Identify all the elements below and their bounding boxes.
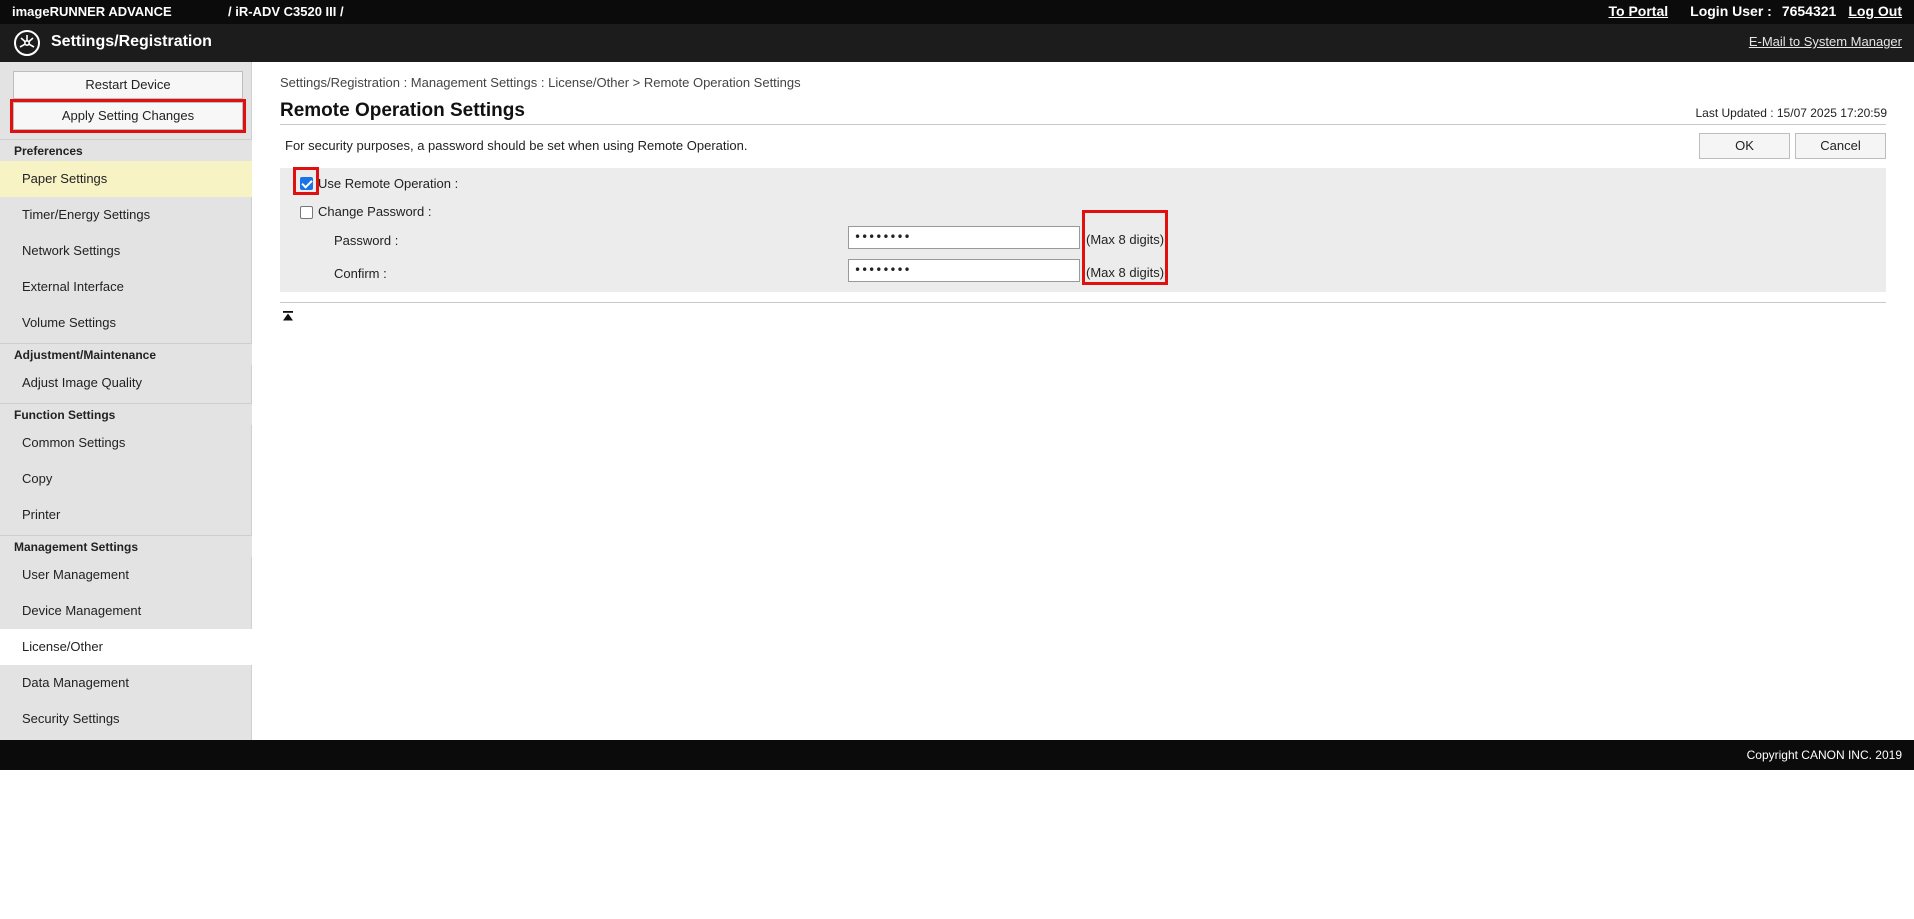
section-function-settings: Function Settings	[0, 403, 252, 425]
confirm-label: Confirm :	[334, 266, 387, 281]
top-bar: imageRUNNER ADVANCE / iR-ADV C3520 III /…	[0, 0, 1914, 24]
copyright: Copyright CANON INC. 2019	[1746, 748, 1902, 762]
apply-setting-changes-button[interactable]: Apply Setting Changes	[10, 99, 246, 133]
change-password-checkbox[interactable]	[300, 206, 313, 219]
security-note: For security purposes, a password should…	[285, 138, 748, 153]
breadcrumb: Settings/Registration : Management Setti…	[280, 75, 801, 90]
sidebar-item-paper-settings[interactable]: Paper Settings	[0, 161, 252, 197]
sidebar-item-security-settings[interactable]: Security Settings	[0, 701, 252, 737]
highlight-max-digits	[1082, 210, 1168, 285]
login-user-label: Login User :	[1690, 3, 1772, 19]
confirm-input[interactable]: ••••••••	[848, 259, 1080, 282]
device-model: / iR-ADV C3520 III /	[228, 4, 344, 19]
section-adjustment-maintenance: Adjustment/Maintenance	[0, 343, 252, 365]
to-portal-link[interactable]: To Portal	[1609, 3, 1669, 19]
sidebar-item-license-other[interactable]: License/Other	[0, 629, 252, 665]
settings-registration-icon	[14, 30, 40, 56]
sidebar-item-timer-energy[interactable]: Timer/Energy Settings	[0, 197, 252, 233]
login-user-id: 7654321	[1781, 3, 1837, 19]
top-right-links: To Portal Login User : 7654321 Log Out	[1609, 3, 1902, 19]
sidebar-item-data-management[interactable]: Data Management	[0, 665, 252, 701]
use-remote-operation-label: Use Remote Operation :	[318, 176, 459, 191]
password-label: Password :	[334, 233, 399, 248]
sidebar: Restart Device Apply Setting Changes Pre…	[0, 62, 252, 740]
sidebar-item-external-interface[interactable]: External Interface	[0, 269, 252, 305]
main-content: Settings/Registration : Management Setti…	[252, 62, 1914, 740]
last-updated: Last Updated : 15/07 2025 17:20:59	[1695, 106, 1888, 120]
sidebar-item-common-settings[interactable]: Common Settings	[0, 425, 252, 461]
sidebar-item-copy[interactable]: Copy	[0, 461, 252, 497]
sidebar-item-network-settings[interactable]: Network Settings	[0, 233, 252, 269]
to-top-icon[interactable]	[282, 310, 294, 322]
footer: Copyright CANON INC. 2019	[0, 740, 1914, 770]
section-preferences: Preferences	[0, 139, 252, 161]
password-input[interactable]: ••••••••	[848, 226, 1080, 249]
change-password-label: Change Password :	[318, 204, 432, 219]
logout-link[interactable]: Log Out	[1848, 3, 1902, 19]
sidebar-item-printer[interactable]: Printer	[0, 497, 252, 533]
sidebar-item-user-management[interactable]: User Management	[0, 557, 252, 593]
settings-panel: Use Remote Operation : Change Password :…	[280, 167, 1886, 292]
ok-button[interactable]: OK	[1699, 133, 1790, 159]
page-title: Remote Operation Settings	[280, 100, 525, 121]
product-brand: imageRUNNER ADVANCE	[12, 4, 172, 19]
cancel-button[interactable]: Cancel	[1795, 133, 1886, 159]
section-management-settings: Management Settings	[0, 535, 252, 557]
title-divider	[280, 124, 1886, 125]
app-title: Settings/Registration	[51, 33, 212, 50]
bottom-divider	[280, 302, 1886, 303]
sidebar-item-volume-settings[interactable]: Volume Settings	[0, 305, 252, 341]
email-system-manager-link[interactable]: E-Mail to System Manager	[1749, 34, 1902, 49]
restart-device-button[interactable]: Restart Device	[13, 71, 243, 99]
app-header: Settings/Registration E-Mail to System M…	[0, 24, 1914, 62]
use-remote-operation-checkbox[interactable]	[300, 177, 313, 190]
sidebar-item-adjust-image-quality[interactable]: Adjust Image Quality	[0, 365, 252, 401]
login-info: Login User : 7654321	[1690, 3, 1836, 19]
sidebar-item-device-management[interactable]: Device Management	[0, 593, 252, 629]
